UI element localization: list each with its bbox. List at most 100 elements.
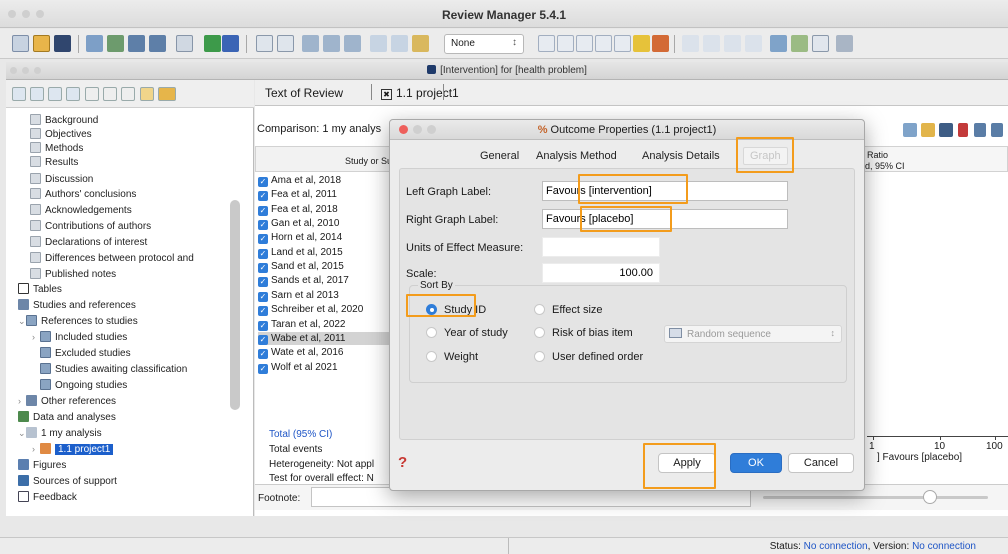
study-row[interactable]: ✓ Sands et al, 2017 — [258, 274, 349, 288]
tab-project1[interactable]: ✖ 1.1 project1 — [381, 86, 459, 100]
sidebar-item-background[interactable]: Background — [30, 114, 98, 127]
study-checkbox[interactable]: ✓ — [258, 334, 268, 345]
paragraph-style-select[interactable]: None ↕ — [444, 34, 524, 54]
sidebar-item-awaiting-classification[interactable]: Studies awaiting classification — [40, 363, 187, 376]
thesaurus-icon[interactable] — [391, 35, 408, 52]
highlight-icon[interactable] — [633, 35, 650, 52]
tab-analysis-details[interactable]: Analysis Details — [642, 150, 720, 162]
study-row[interactable]: ✓ Fea et al, 2011 — [258, 188, 337, 202]
tab-graph[interactable]: Graph — [743, 147, 788, 165]
add-study-icon[interactable] — [107, 35, 124, 52]
study-checkbox[interactable]: ✓ — [258, 177, 268, 187]
ok-button[interactable]: OK — [730, 453, 782, 473]
sidebar-item-objectives[interactable]: Objectives — [30, 128, 92, 141]
help-icon[interactable] — [958, 123, 968, 137]
study-checkbox[interactable]: ✓ — [258, 363, 268, 374]
apply-button[interactable]: Apply — [658, 453, 716, 473]
study-row[interactable]: ✓ Wabe et al, 2011 — [258, 331, 395, 345]
sidebar-item-acknowledgements[interactable]: Acknowledgements — [30, 204, 132, 217]
study-checkbox[interactable]: ✓ — [258, 291, 268, 302]
sidebar-item-declarations[interactable]: Declarations of interest — [30, 236, 147, 249]
radio-unselected[interactable] — [534, 327, 545, 338]
study-row[interactable]: ✓ Taran et al, 2022 — [258, 318, 346, 331]
sidebar-item-sources-of-support[interactable]: Sources of support — [18, 475, 117, 488]
tab-analysis-method[interactable]: Analysis Method — [536, 150, 617, 162]
previous-section-icon[interactable] — [128, 35, 145, 52]
sidebar-item-authors-conclusions[interactable]: Authors' conclusions — [30, 188, 136, 201]
study-row[interactable]: ✓ Gan et al, 2010 — [258, 217, 339, 231]
sidebar-add-icon[interactable] — [12, 87, 26, 101]
sort-effect-size-option[interactable]: Effect size — [534, 304, 603, 316]
study-checkbox[interactable]: ✓ — [258, 191, 268, 202]
sidebar-item-project1[interactable]: › 1.1 project1 — [32, 443, 114, 456]
spellcheck-icon[interactable] — [370, 35, 387, 52]
sort-user-defined-option[interactable]: User defined order — [534, 351, 643, 363]
study-row[interactable]: ✓ Sarn et al 2013 — [258, 289, 339, 302]
study-checkbox[interactable]: ✓ — [258, 320, 268, 331]
save-plot-icon[interactable] — [939, 123, 953, 137]
sidebar-item-published-notes[interactable]: Published notes — [30, 268, 116, 281]
sidebar-item-feedback[interactable]: Feedback — [18, 491, 77, 504]
sidebar-edit-icon[interactable] — [30, 87, 44, 101]
study-row[interactable]: ✓ Land et al, 2015 — [258, 246, 343, 259]
sidebar-item-references-to-studies[interactable]: ⌄ References to studies — [18, 315, 138, 328]
sidebar-highlight-icon[interactable] — [140, 87, 154, 101]
subscript-icon[interactable] — [614, 35, 631, 52]
sidebar-item-tables[interactable]: Tables — [18, 283, 62, 296]
study-row[interactable]: ✓ Ama et al, 2018 — [258, 174, 341, 187]
study-checkbox[interactable]: ✓ — [258, 205, 268, 216]
zoom-slider-handle[interactable] — [923, 490, 937, 504]
radio-unselected[interactable] — [534, 351, 545, 362]
study-checkbox[interactable]: ✓ — [258, 220, 268, 231]
home-icon[interactable] — [86, 35, 103, 52]
study-row[interactable]: ✓ Wate et al, 2016 — [258, 346, 343, 360]
study-row[interactable]: ✓ Sand et al, 2015 — [258, 260, 344, 274]
undo-icon[interactable] — [256, 35, 273, 52]
table-icon[interactable] — [836, 35, 853, 52]
radio-unselected[interactable] — [426, 327, 437, 338]
units-input[interactable] — [542, 237, 660, 257]
tab-general[interactable]: General — [480, 150, 519, 162]
radio-selected[interactable] — [426, 304, 437, 315]
save-icon[interactable] — [54, 35, 71, 52]
sidebar-item-studies-and-references[interactable]: Studies and references — [18, 299, 136, 312]
sidebar-properties-icon[interactable] — [48, 87, 62, 101]
study-row[interactable]: ✓ Wolf et al 2021 — [258, 361, 338, 374]
superscript-icon[interactable] — [595, 35, 612, 52]
study-checkbox[interactable]: ✓ — [258, 277, 268, 288]
sort-weight-option[interactable]: Weight — [426, 351, 478, 363]
cut-icon[interactable] — [302, 35, 319, 52]
outdent-icon[interactable] — [745, 35, 762, 52]
sidebar-item-data-and-analyses[interactable]: Data and analyses — [18, 411, 116, 424]
close-tab-icon[interactable]: ✖ — [381, 89, 392, 100]
funnel-plot-icon[interactable] — [921, 123, 935, 137]
insert-image-icon[interactable] — [791, 35, 808, 52]
back-arrow-icon[interactable] — [204, 35, 221, 52]
sidebar-item-differences[interactable]: Differences between protocol and — [30, 252, 194, 265]
sidebar-item-excluded-studies[interactable]: Excluded studies — [40, 347, 131, 360]
radio-unselected[interactable] — [534, 304, 545, 315]
study-checkbox[interactable]: ✓ — [258, 248, 268, 259]
underline-icon[interactable] — [576, 35, 593, 52]
redo-icon[interactable] — [277, 35, 294, 52]
sidebar-item-my-analysis[interactable]: ⌄ 1 my analysis — [18, 427, 102, 440]
chevron-right-icon[interactable]: › — [32, 443, 40, 456]
italic-icon[interactable] — [557, 35, 574, 52]
study-column-header[interactable]: Study or Su — [255, 146, 395, 172]
sidebar-collapse-icon[interactable] — [85, 87, 99, 101]
back-arrow-icon[interactable] — [974, 123, 986, 137]
study-row[interactable]: ✓ Horn et al, 2014 — [258, 231, 342, 245]
sidebar-move-down-icon[interactable] — [121, 87, 135, 101]
bullet-list-icon[interactable] — [682, 35, 699, 52]
tab-text-of-review[interactable]: Text of Review — [265, 86, 343, 100]
scale-input[interactable] — [542, 263, 660, 283]
chevron-right-icon[interactable]: › — [18, 395, 26, 408]
sidebar-item-other-references[interactable]: › Other references — [18, 395, 116, 408]
forest-plot-icon[interactable] — [903, 123, 917, 137]
sort-study-id-option[interactable]: Study ID — [426, 304, 486, 316]
indent-icon[interactable] — [724, 35, 741, 52]
sidebar-item-methods[interactable]: Methods — [30, 142, 83, 155]
chevron-down-icon[interactable]: ⌄ — [18, 315, 26, 328]
next-section-icon[interactable] — [149, 35, 166, 52]
radio-unselected[interactable] — [426, 351, 437, 362]
